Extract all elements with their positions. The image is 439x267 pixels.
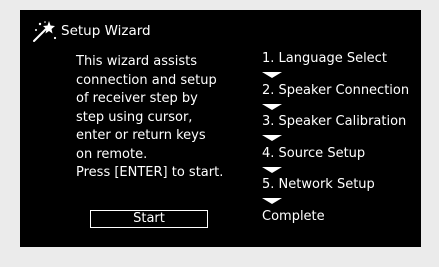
step-label: 3. Speaker Calibration bbox=[262, 114, 407, 129]
magic-wand-icon bbox=[33, 21, 57, 42]
step-label: 2. Speaker Connection bbox=[262, 82, 410, 98]
title-row: Setup Wizard bbox=[31, 18, 151, 44]
step-complete: Complete bbox=[262, 208, 421, 240]
down-arrow-icon bbox=[262, 166, 282, 173]
down-arrow-icon bbox=[262, 72, 282, 78]
step-source-setup: 4. Source Setup bbox=[262, 145, 421, 177]
start-button[interactable]: Start bbox=[90, 210, 208, 228]
step-label: 5. Network Setup bbox=[262, 177, 375, 192]
step-network-setup: 5. Network Setup bbox=[262, 176, 421, 208]
step-speaker-calibration: 3. Speaker Calibration bbox=[262, 113, 421, 145]
wizard-screen: Setup Wizard This wizard assists connect… bbox=[20, 10, 421, 247]
down-arrow-icon bbox=[262, 103, 282, 110]
down-arrow-icon bbox=[262, 198, 282, 204]
step-label: 1. Language Select bbox=[262, 51, 387, 66]
step-label: Complete bbox=[262, 208, 325, 224]
wizard-title: Setup Wizard bbox=[61, 23, 151, 39]
down-arrow-icon bbox=[262, 135, 282, 141]
step-label: 4. Source Setup bbox=[262, 145, 366, 161]
step-speaker-connection: 2. Speaker Connection bbox=[262, 82, 421, 114]
step-language-select: 1. Language Select bbox=[262, 50, 421, 82]
wizard-description: This wizard assists connection and setup… bbox=[76, 54, 224, 180]
wizard-steps: 1. Language Select 2. Speaker Connection… bbox=[262, 50, 421, 239]
